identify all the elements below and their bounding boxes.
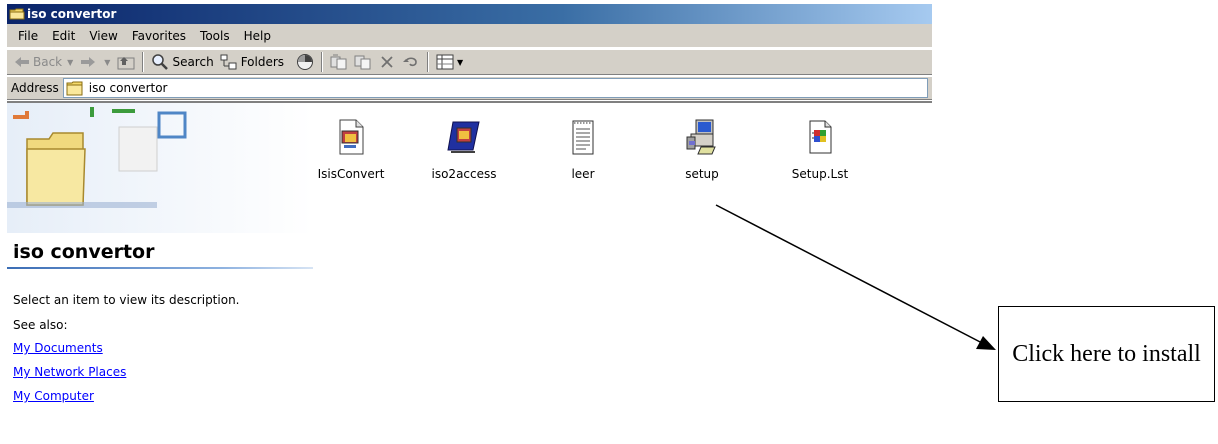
folder-icon: [9, 6, 25, 22]
toolbar-separator: [321, 52, 324, 72]
search-icon: [152, 54, 169, 70]
link-my-computer[interactable]: My Computer: [13, 389, 94, 403]
history-clock-icon: [297, 54, 314, 70]
setup-list-file-icon: [809, 120, 832, 154]
address-value: iso convertor: [88, 81, 168, 95]
address-label: Address: [11, 81, 59, 95]
access-file-icon: [339, 119, 364, 155]
delete-button[interactable]: [375, 51, 399, 73]
back-button[interactable]: Back: [11, 51, 65, 73]
see-also-label: See also:: [13, 318, 68, 332]
access-file-icon: [447, 121, 480, 153]
pane-description: Select an item to view its description.: [13, 293, 240, 307]
forward-arrow-icon: [81, 57, 96, 67]
address-input[interactable]: iso convertor: [62, 78, 928, 98]
file-item-leer[interactable]: leer: [538, 119, 628, 181]
search-label: Search: [172, 55, 214, 69]
title-bar[interactable]: iso convertor: [7, 4, 932, 24]
folder-banner-image: [7, 103, 313, 233]
menu-edit[interactable]: Edit: [45, 29, 82, 43]
link-my-network-places[interactable]: My Network Places: [13, 365, 126, 379]
annotation-callout: Click here to install: [998, 306, 1215, 402]
toolbar: Back ▼ ▼ Search Folders ▼: [7, 49, 932, 75]
move-to-button[interactable]: [327, 51, 351, 73]
back-arrow-icon: [15, 57, 29, 67]
copy-to-button[interactable]: [351, 51, 375, 73]
file-item-isisconvert[interactable]: IsisConvert: [306, 119, 396, 181]
link-my-documents[interactable]: My Documents: [13, 341, 103, 355]
explorer-window: iso convertor File Edit View Favorites T…: [7, 0, 932, 444]
move-to-icon: [330, 54, 347, 70]
forward-button[interactable]: [77, 51, 102, 73]
views-button[interactable]: [433, 51, 457, 73]
pane-title-underline: [7, 267, 313, 269]
views-dropdown-icon[interactable]: ▼: [457, 58, 463, 67]
address-bar: Address iso convertor: [7, 76, 932, 100]
file-label: Setup.Lst: [791, 167, 849, 181]
delete-x-icon: [381, 56, 393, 68]
search-button[interactable]: Search: [148, 51, 216, 73]
folders-button[interactable]: Folders: [217, 51, 287, 73]
folders-label: Folders: [240, 55, 285, 69]
back-dropdown-icon[interactable]: ▼: [67, 58, 73, 67]
file-label: iso2access: [431, 167, 497, 181]
up-folder-button[interactable]: [114, 51, 138, 73]
folder-icon: [66, 81, 83, 95]
forward-dropdown-icon[interactable]: ▼: [104, 58, 110, 67]
pane-title: iso convertor: [13, 241, 155, 263]
menu-favorites[interactable]: Favorites: [125, 29, 193, 43]
menu-bar: File Edit View Favorites Tools Help: [7, 24, 932, 48]
menu-tools[interactable]: Tools: [193, 29, 237, 43]
file-label: setup: [685, 167, 719, 181]
file-label: IsisConvert: [317, 167, 385, 181]
back-label: Back: [33, 55, 63, 69]
menu-file[interactable]: File: [11, 29, 45, 43]
file-item-setup[interactable]: setup: [657, 119, 747, 181]
toolbar-separator: [427, 52, 430, 72]
setup-computer-icon: [686, 119, 716, 155]
content-area: iso convertor Select an item to view its…: [7, 101, 932, 444]
up-folder-icon: [117, 57, 135, 70]
undo-button[interactable]: [399, 51, 423, 73]
toolbar-separator: [142, 52, 145, 72]
history-button[interactable]: [293, 51, 317, 73]
window-title: iso convertor: [27, 7, 117, 21]
file-item-setup-lst[interactable]: Setup.Lst: [775, 119, 865, 181]
menu-help[interactable]: Help: [237, 29, 278, 43]
file-label: leer: [571, 167, 595, 181]
copy-to-icon: [354, 55, 371, 70]
details-pane: iso convertor Select an item to view its…: [7, 103, 313, 444]
text-file-icon: [572, 120, 594, 155]
menu-view[interactable]: View: [82, 29, 124, 43]
file-item-iso2access[interactable]: iso2access: [419, 119, 509, 181]
views-grid-icon: [436, 54, 454, 70]
folders-tree-icon: [220, 54, 237, 70]
undo-icon: [403, 57, 417, 67]
